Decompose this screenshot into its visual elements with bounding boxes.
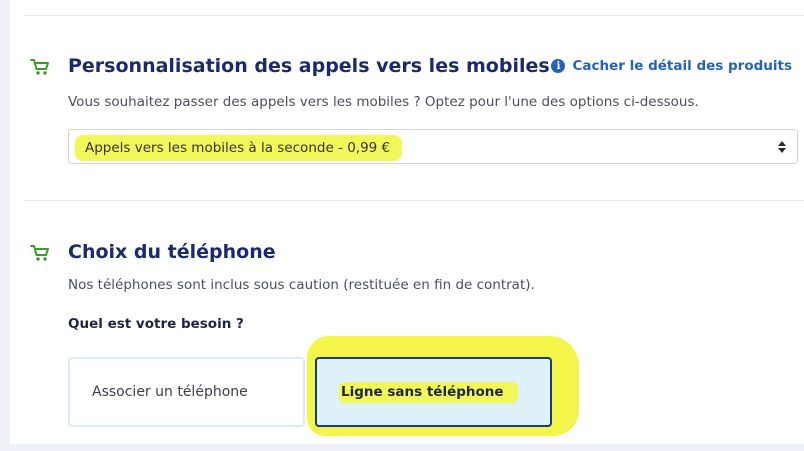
- hide-product-details-link[interactable]: i Cacher le détail des produits: [551, 58, 792, 74]
- cart-icon: [30, 245, 49, 261]
- option-associate-phone[interactable]: Associer un téléphone: [68, 357, 305, 427]
- mobile-calls-description: Vous souhaitez passer des appels vers le…: [68, 94, 699, 110]
- option-associate-phone-label: Associer un téléphone: [92, 384, 248, 400]
- hide-product-details-label: Cacher le détail des produits: [572, 58, 792, 74]
- mobile-calls-select-value: Appels vers les mobiles à la seconde - 0…: [75, 135, 403, 161]
- option-line-without-phone-label: Ligne sans téléphone: [339, 381, 518, 403]
- mobile-calls-select[interactable]: Appels vers les mobiles à la seconde - 0…: [68, 129, 798, 164]
- phone-choice-description: Nos téléphones sont inclus sous caution …: [68, 277, 535, 293]
- select-arrows-icon: [778, 141, 786, 153]
- divider-top: [24, 15, 804, 16]
- divider-middle: [24, 200, 804, 201]
- content-panel: Personnalisation des appels vers les mob…: [10, 0, 804, 444]
- section-title-phone-choice: Choix du téléphone: [68, 241, 276, 263]
- need-question: Quel est votre besoin ?: [68, 316, 244, 332]
- section-title-mobile-calls: Personnalisation des appels vers les mob…: [68, 55, 550, 77]
- info-icon: i: [551, 59, 566, 73]
- option-line-without-phone[interactable]: Ligne sans téléphone: [315, 357, 552, 427]
- cart-icon: [30, 59, 49, 75]
